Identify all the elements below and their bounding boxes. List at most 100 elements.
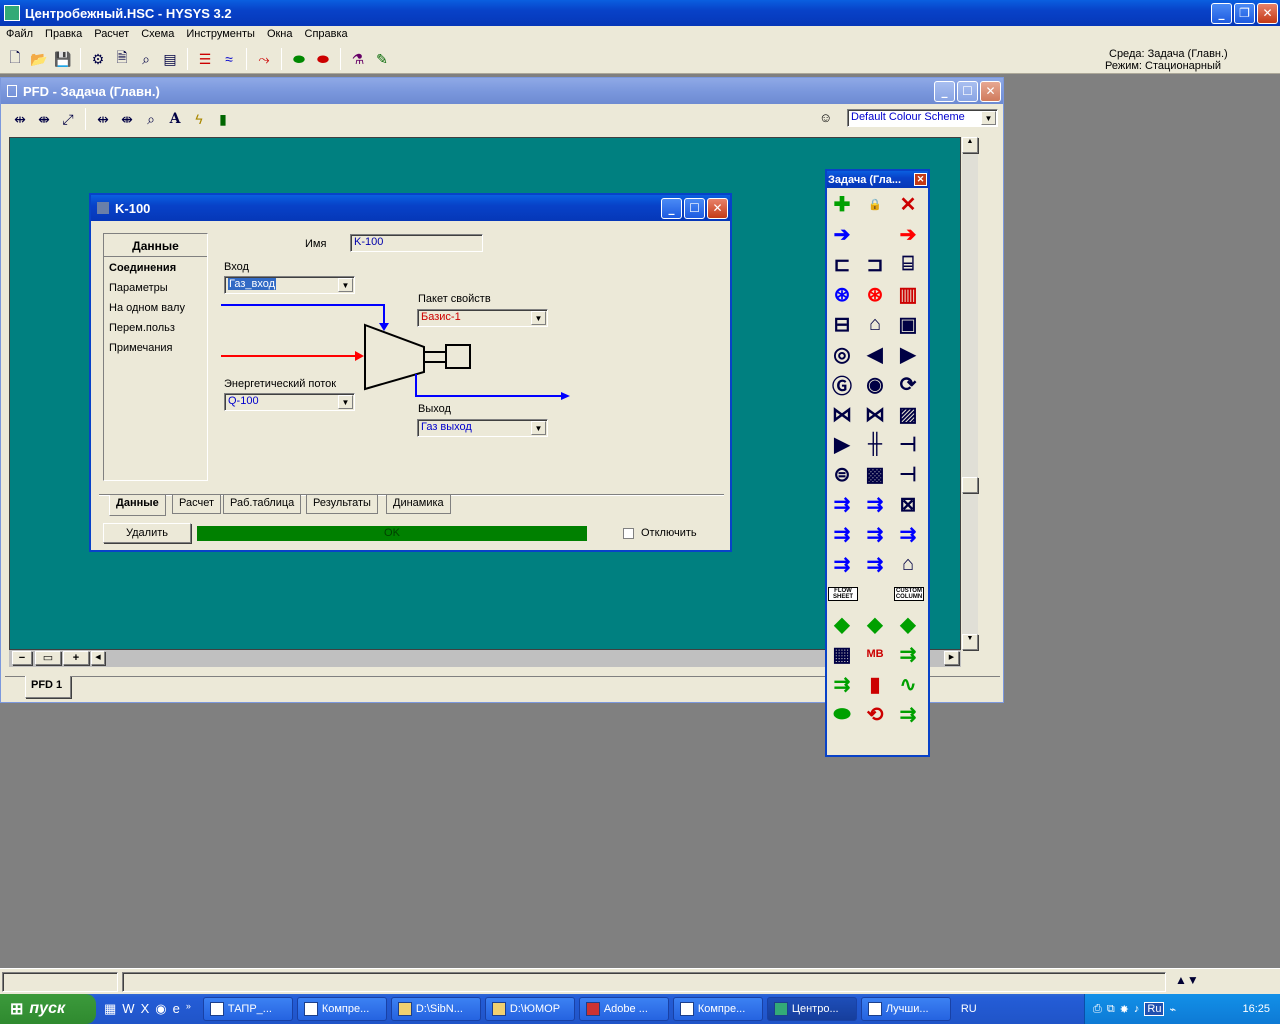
custom-column-icon[interactable]: CUSTOM COLUMN <box>894 587 924 601</box>
separator-icon[interactable]: ⊏ <box>828 250 856 278</box>
mixer-icon[interactable]: ▶ <box>828 430 856 458</box>
new-file-icon[interactable]: 🗋 <box>4 48 26 70</box>
expander-icon[interactable]: ◀ <box>861 340 889 368</box>
dialog-minimize-icon[interactable]: _ <box>661 197 682 219</box>
cascade-icon[interactable]: ⇉ <box>894 700 922 728</box>
menu-file[interactable]: Файл <box>0 26 39 45</box>
pfr-icon[interactable]: ▩ <box>861 460 889 488</box>
column5-icon[interactable]: ⇉ <box>894 520 922 548</box>
scroll-right-icon[interactable]: ▶ <box>944 651 959 665</box>
recycle-icon[interactable]: ⟳ <box>894 370 922 398</box>
pid-icon[interactable]: ▮ <box>861 670 889 698</box>
dialog-title-bar[interactable]: K-100 _ ☐ ✕ <box>91 195 730 221</box>
palette-title-bar[interactable]: Задача (Гла... ✕ <box>827 171 928 188</box>
status-arrows-icon[interactable]: ▲▼ <box>1175 973 1199 987</box>
valve-icon[interactable]: ⋈ <box>828 400 856 428</box>
chevron-down-icon[interactable]: ▼ <box>981 111 996 125</box>
zoom-box-icon[interactable]: ▭ <box>35 651 61 665</box>
lock-icon[interactable]: 🔒 <box>861 190 889 218</box>
tab-rating[interactable]: Расчет <box>172 495 221 514</box>
task-button[interactable]: Лучши... <box>860 997 951 1021</box>
zoom-all-icon[interactable]: ⇼ <box>33 108 55 130</box>
printer-icon[interactable]: ⎙ <box>1093 1003 1102 1016</box>
logic-op2-icon[interactable]: ◆ <box>861 610 889 638</box>
browser-icon[interactable]: ◉ <box>155 1001 166 1017</box>
zoom-fit-icon[interactable]: ⇹ <box>9 108 31 130</box>
zoom-window-icon[interactable]: ⤢ <box>57 108 79 130</box>
column7-icon[interactable]: ⇉ <box>861 550 889 578</box>
binoculars-icon[interactable]: ⌕ <box>135 48 157 70</box>
inlet-select[interactable]: Газ_вход ▼ <box>224 276 355 294</box>
cross-icon[interactable]: ✕ <box>894 190 922 218</box>
task-button[interactable]: D:\ЮМОР <box>484 997 575 1021</box>
break-connection-icon[interactable]: ⇼ <box>116 108 138 130</box>
flowsheet-icon[interactable]: FLOW SHEET <box>828 587 858 601</box>
generator-icon[interactable]: Ⓖ <box>828 370 856 398</box>
pfd-maximize-icon[interactable]: ☐ <box>957 80 978 102</box>
vertical-scrollbar[interactable]: ▲ ▼ <box>962 137 978 650</box>
fired-heater-icon[interactable]: ⌂ <box>861 310 889 338</box>
name-field[interactable]: K-100 <box>350 234 483 252</box>
restore-icon[interactable]: ❐ <box>1234 2 1255 24</box>
balance-icon[interactable]: ⊣ <box>894 460 922 488</box>
set-icon[interactable]: ⇉ <box>828 670 856 698</box>
menu-edit[interactable]: Правка <box>39 26 88 45</box>
menu-simulation[interactable]: Расчет <box>88 26 135 45</box>
label-text-icon[interactable]: A <box>164 108 186 130</box>
size-mode-icon[interactable]: ⇹ <box>92 108 114 130</box>
well-icon[interactable]: ⌂ <box>894 550 922 578</box>
menu-flowsheet[interactable]: Схема <box>135 26 180 45</box>
task-button[interactable]: ТАПР_... <box>202 997 293 1021</box>
column6-icon[interactable]: ⇉ <box>828 550 856 578</box>
lng-icon[interactable]: ▣ <box>894 310 922 338</box>
delete-button[interactable]: Удалить <box>103 523 191 543</box>
excel-icon[interactable]: X <box>141 1001 150 1017</box>
menu-tools[interactable]: Инструменты <box>180 26 261 45</box>
components-icon[interactable]: ⚙ <box>87 48 109 70</box>
tab-performance[interactable]: Результаты <box>306 495 378 514</box>
scroll-thumb[interactable] <box>962 477 978 493</box>
pfd-minimize-icon[interactable]: _ <box>934 80 955 102</box>
speaker-icon[interactable]: ♪ <box>1134 1003 1140 1015</box>
dynamics-icon[interactable]: ✎ <box>371 48 393 70</box>
scroll-down-icon[interactable]: ▼ <box>962 634 978 650</box>
exchanger-icon[interactable]: ▥ <box>894 280 922 308</box>
tab-design[interactable]: Данные <box>109 495 166 516</box>
tee-icon[interactable]: ▨ <box>894 400 922 428</box>
column4-icon[interactable]: ⇉ <box>861 520 889 548</box>
hatch-icon[interactable]: ✚ <box>828 190 856 218</box>
column3-icon[interactable]: ⇉ <box>828 520 856 548</box>
pump-icon[interactable]: ⊐ <box>861 250 889 278</box>
open-file-icon[interactable]: 📂 <box>28 48 50 70</box>
fluid-package-icon[interactable]: 🗎 <box>111 48 133 70</box>
nav-item-notes[interactable]: Примечания <box>104 337 207 357</box>
desktop-icon[interactable]: ▦ <box>104 1001 116 1017</box>
absorber-icon[interactable]: ⊠ <box>894 490 922 518</box>
chevron-down-icon[interactable]: ▼ <box>338 278 353 292</box>
compressor-icon[interactable]: ▶ <box>894 340 922 368</box>
palette-close-icon[interactable]: ✕ <box>914 173 927 186</box>
selector-icon[interactable]: ⬬ <box>828 700 856 728</box>
logic-op3-icon[interactable]: ◆ <box>894 610 922 638</box>
dialog-maximize-icon[interactable]: ☐ <box>684 197 705 219</box>
component-splitter-icon[interactable]: ⊣ <box>894 430 922 458</box>
relief-valve-icon[interactable]: ⋈ <box>861 400 889 428</box>
dialog-close-icon[interactable]: ✕ <box>707 197 728 219</box>
close-icon[interactable]: ✕ <box>1257 2 1278 24</box>
column2-icon[interactable]: ⇉ <box>861 490 889 518</box>
splitter-icon[interactable]: ╫ <box>861 430 889 458</box>
task-button[interactable]: Adobe ... <box>578 997 669 1021</box>
lightning-icon[interactable]: ϟ <box>188 108 210 130</box>
cooler-icon[interactable]: ⊛ <box>828 280 856 308</box>
zoom-in-icon[interactable]: + <box>63 651 89 665</box>
minimize-icon[interactable]: _ <box>1211 2 1232 24</box>
material-stream-icon[interactable]: ➔ <box>828 220 856 248</box>
start-button[interactable]: ⊞ пуск <box>0 994 96 1024</box>
find-icon[interactable]: ⌕ <box>140 108 162 130</box>
tab-worksheet[interactable]: Раб.таблица <box>223 495 302 514</box>
reactor-icon[interactable]: ⊜ <box>828 460 856 488</box>
ie-icon[interactable]: e <box>173 1001 180 1017</box>
tab-dynamics[interactable]: Динамика <box>386 495 451 514</box>
column-icon[interactable]: ⇉ <box>828 490 856 518</box>
task-button[interactable]: D:\SibN... <box>390 997 481 1021</box>
